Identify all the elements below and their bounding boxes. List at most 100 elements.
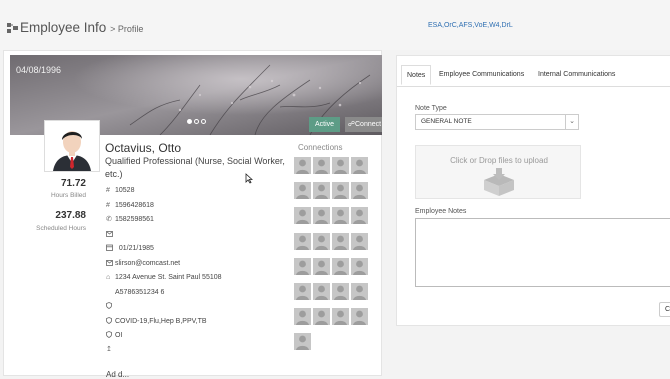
person-silhouette-icon [294,207,311,225]
connection-avatar[interactable] [294,182,311,200]
connection-avatar[interactable] [294,157,311,174]
tab-internal-communications[interactable]: Internal Communications [533,65,620,85]
person-silhouette-icon [294,232,311,250]
connection-avatar[interactable] [313,308,330,326]
document-codes-link[interactable]: ESA,OrC,AFS,VoE,W4,DrL [428,22,513,29]
connection-avatar[interactable] [332,283,349,300]
shield-icon [106,317,115,327]
connection-avatar[interactable] [313,257,330,275]
connection-avatar[interactable] [332,157,349,174]
employee-id-field: #10528 [106,186,134,196]
notes-panel: Notes Employee Communications Internal C… [396,55,670,326]
connection-avatar[interactable] [332,257,349,275]
connection-avatar[interactable] [351,182,368,200]
breadcrumb: > Profile [110,24,144,34]
person-silhouette-icon [351,308,368,326]
connection-avatar[interactable] [313,207,330,225]
arrow-field: ↥ [106,345,115,355]
note-type-value: GENERAL NOTE [421,118,472,125]
connection-avatar[interactable] [313,157,330,174]
person-silhouette-icon [351,207,368,225]
person-silhouette-icon [351,232,368,250]
person-silhouette-icon [332,207,349,225]
envelope-icon [106,259,115,269]
profile-panel: 04/08/1996 Active ☍Connect 71.72 Hours B… [3,50,382,379]
shield-field [106,302,115,312]
person-silhouette-icon [351,283,368,300]
immunizations-value: COVID-19,Flu,Hep B,PPV,TB [115,318,207,325]
person-silhouette-icon [294,157,311,174]
mouse-cursor-icon [245,173,253,184]
hours-billed-label: Hours Billed [50,192,86,199]
connection-avatar[interactable] [313,232,330,250]
add-section-label: Ad d... [106,370,130,379]
connection-avatar[interactable] [294,232,311,250]
file-upload-dropzone[interactable]: Click or Drop files to upload [415,145,581,199]
phone-icon: ✆ [106,216,112,223]
page-title-text: Employee Info [20,20,107,35]
save-button[interactable]: C [659,302,670,317]
carousel-dot[interactable] [201,119,206,124]
tab-notes[interactable]: Notes [401,65,432,85]
page-header: Employee Info > Profile ESA,OrC,AFS,VoE,… [0,0,670,50]
connection-avatar[interactable] [351,157,368,174]
person-silhouette-icon [332,257,349,275]
person-silhouette-icon [332,157,349,174]
avatar-icon [45,121,99,171]
shield-icon [106,331,115,341]
link-icon: ☍ [347,121,355,128]
npi-value: 1596428618 [115,202,154,209]
phone-value: 1582598561 [115,216,154,223]
carousel-dot[interactable] [187,119,192,124]
connection-avatar[interactable] [294,308,311,326]
avatar [44,120,100,172]
note-type-label: Note Type [415,105,447,112]
carousel-dot[interactable] [194,119,199,124]
phone-field: ✆ 1582598561 [106,215,154,225]
connection-avatar[interactable] [332,207,349,225]
shield-icon [106,302,115,312]
person-silhouette-icon [313,207,330,225]
license-value: A5786351234 6 [115,289,165,296]
connection-avatar[interactable] [351,308,368,326]
oi-value: OI [115,332,123,339]
arrow-icon: ↥ [106,346,112,353]
scheduled-hours-value: 237.88 [55,210,86,221]
connect-button[interactable]: ☍Connect [345,117,382,132]
oi-field: OI [106,331,122,341]
person-silhouette-icon [313,157,330,174]
carousel-dots[interactable] [187,111,208,129]
connection-avatar[interactable] [332,232,349,250]
connections-title: Connections [298,143,343,152]
person-silhouette-icon [313,283,330,300]
person-silhouette-icon [313,182,330,200]
license-field: A5786351234 6 [106,288,164,298]
status-active-button[interactable]: Active [309,117,340,132]
page-title: Employee Info > Profile [20,20,143,35]
person-silhouette-icon [294,182,311,200]
connection-avatar[interactable] [294,207,311,225]
connection-avatar[interactable] [332,182,349,200]
connection-avatar[interactable] [294,283,311,300]
upload-icon [484,168,514,196]
envelope-icon [106,230,115,240]
connect-button-label: Connect [355,121,382,128]
connection-avatar[interactable] [313,182,330,200]
connection-avatar[interactable] [294,333,311,351]
connection-avatar[interactable] [332,308,349,326]
connection-avatar[interactable] [294,257,311,275]
home-icon: ⌂ [106,274,111,281]
person-silhouette-icon [332,283,349,300]
note-type-select[interactable]: GENERAL NOTE ⌄ [415,114,579,130]
employee-notes-textarea[interactable] [415,218,670,287]
person-silhouette-icon [332,308,349,326]
employee-id-value: 10528 [115,187,135,194]
email-field: slirson@comcast.net [106,259,180,269]
connection-avatar[interactable] [351,283,368,300]
email-value: slirson@comcast.net [115,260,181,267]
connection-avatar[interactable] [313,283,330,300]
connection-avatar[interactable] [351,257,368,275]
connection-avatar[interactable] [351,232,368,250]
tab-employee-communications[interactable]: Employee Communications [434,65,529,85]
connection-avatar[interactable] [351,207,368,225]
